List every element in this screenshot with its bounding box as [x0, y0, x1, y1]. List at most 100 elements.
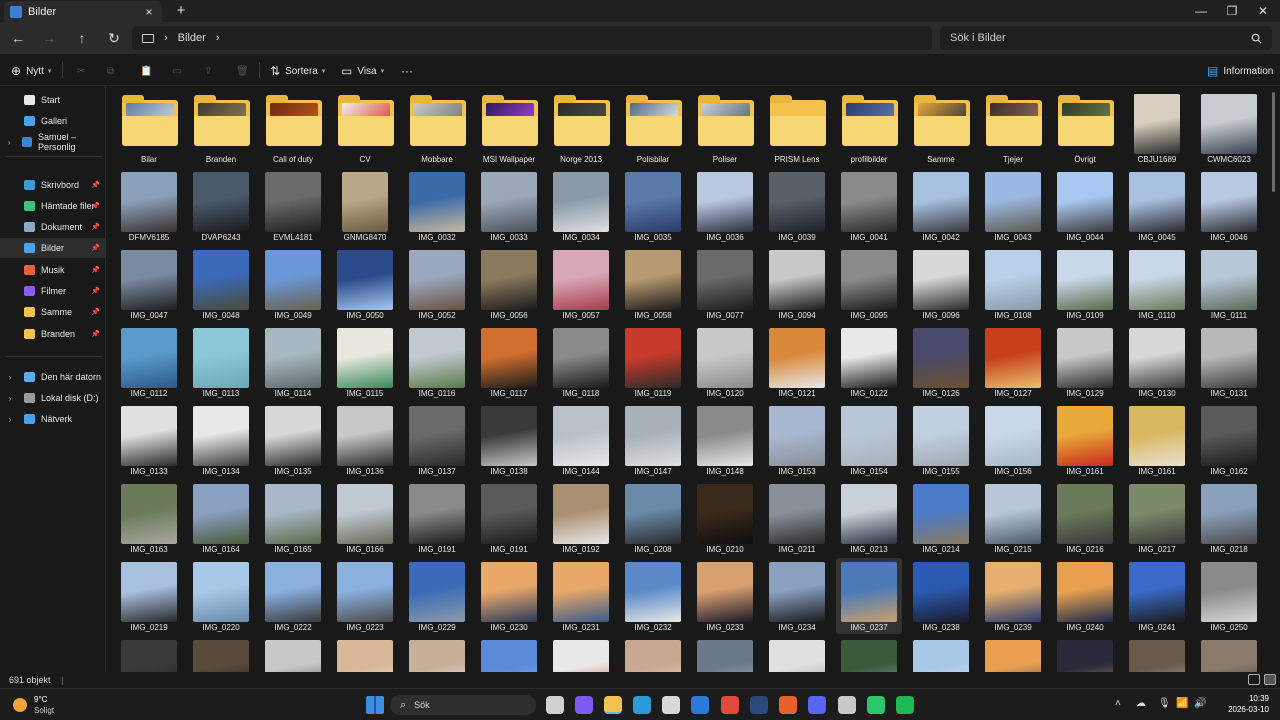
sidebar-item-samuel-personlig[interactable]: › Samuel – Personlig — [0, 132, 106, 152]
image-item[interactable]: IMG_0119 — [620, 324, 686, 400]
rename-icon[interactable]: ▭ — [172, 62, 181, 80]
image-item[interactable]: IMG_0161 — [1052, 402, 1118, 478]
image-item[interactable] — [692, 636, 758, 672]
onedrive-icon[interactable]: ☁ — [1136, 698, 1146, 709]
app-green-icon[interactable] — [867, 696, 885, 714]
folder-item[interactable]: Branden — [188, 90, 254, 166]
image-item[interactable]: IMG_0138 — [476, 402, 542, 478]
outlook-icon[interactable] — [691, 696, 709, 714]
image-item[interactable]: IMG_0230 — [476, 558, 542, 634]
image-item[interactable] — [908, 636, 974, 672]
image-item[interactable]: IMG_0034 — [548, 168, 614, 244]
image-item[interactable]: IMG_0216 — [1052, 480, 1118, 556]
image-item[interactable]: IMG_0241 — [1124, 558, 1190, 634]
folder-item[interactable]: Bilar — [116, 90, 182, 166]
image-item[interactable]: IMG_0147 — [620, 402, 686, 478]
image-item[interactable]: IMG_0122 — [836, 324, 902, 400]
image-item[interactable]: IMG_0052 — [404, 246, 470, 322]
close-window-button[interactable]: ✕ — [1248, 0, 1278, 22]
image-item[interactable] — [1124, 636, 1190, 672]
new-tab-button[interactable]: + — [172, 2, 190, 20]
image-item[interactable]: IMG_0043 — [980, 168, 1046, 244]
image-item[interactable]: GNMG8470 — [332, 168, 398, 244]
edge-icon[interactable] — [633, 696, 651, 714]
folder-item[interactable]: Övrigt — [1052, 90, 1118, 166]
refresh-button[interactable]: ↻ — [103, 28, 125, 48]
microphone-icon[interactable]: 🎙 — [1158, 698, 1171, 709]
new-button[interactable]: ⊕ Nytt ▾ — [11, 62, 51, 80]
image-item[interactable]: IMG_0229 — [404, 558, 470, 634]
image-item[interactable]: IMG_0240 — [1052, 558, 1118, 634]
image-item[interactable]: IMG_0231 — [548, 558, 614, 634]
image-item[interactable]: CBJU1689 — [1124, 90, 1190, 166]
image-item[interactable]: IMG_0112 — [116, 324, 182, 400]
image-item[interactable]: IMG_0044 — [1052, 168, 1118, 244]
image-item[interactable]: IMG_0133 — [116, 402, 182, 478]
image-item[interactable]: IMG_0077 — [692, 246, 758, 322]
image-item[interactable]: IMG_0215 — [980, 480, 1046, 556]
image-item[interactable]: IMG_0094 — [764, 246, 830, 322]
image-item[interactable]: IMG_0042 — [908, 168, 974, 244]
chevron-right-icon[interactable]: › — [4, 415, 16, 424]
image-item[interactable]: IMG_0113 — [188, 324, 254, 400]
image-item[interactable]: IMG_0045 — [1124, 168, 1190, 244]
image-item[interactable]: IMG_0127 — [980, 324, 1046, 400]
sidebar-item-den-här-datorn[interactable]: › Den här datorn — [0, 367, 106, 387]
image-item[interactable]: IMG_0036 — [692, 168, 758, 244]
image-item[interactable]: IMG_0222 — [260, 558, 326, 634]
image-item[interactable]: IMG_0210 — [692, 480, 758, 556]
image-item[interactable]: IMG_0163 — [116, 480, 182, 556]
folder-item[interactable]: Poliser — [692, 90, 758, 166]
image-item[interactable]: IMG_0129 — [1052, 324, 1118, 400]
maximize-button[interactable]: ❐ — [1217, 0, 1247, 22]
image-item[interactable]: IMG_0095 — [836, 246, 902, 322]
image-item[interactable]: IMG_0039 — [764, 168, 830, 244]
image-item[interactable]: IMG_0050 — [332, 246, 398, 322]
image-item[interactable]: IMG_0214 — [908, 480, 974, 556]
image-item[interactable]: IMG_0234 — [764, 558, 830, 634]
image-item[interactable]: IMG_0154 — [836, 402, 902, 478]
weather-temperature[interactable]: 9°C — [34, 695, 47, 704]
tab-bilder[interactable]: Bilder × — [4, 1, 162, 22]
image-item[interactable]: IMG_0148 — [692, 402, 758, 478]
image-item[interactable]: IMG_0032 — [404, 168, 470, 244]
monitor-icon[interactable] — [142, 33, 154, 43]
image-item[interactable]: IMG_0035 — [620, 168, 686, 244]
image-item[interactable]: IMG_0250 — [1196, 558, 1262, 634]
image-item[interactable]: IMG_0118 — [548, 324, 614, 400]
image-item[interactable]: IMG_0155 — [908, 402, 974, 478]
paste-icon[interactable]: 📋 — [140, 62, 152, 80]
image-item[interactable]: IMG_0161 — [1124, 402, 1190, 478]
image-item[interactable]: IMG_0121 — [764, 324, 830, 400]
file-explorer-icon[interactable] — [604, 696, 622, 714]
image-item[interactable]: EVML4181 — [260, 168, 326, 244]
breadcrumb-chevron[interactable]: › — [164, 32, 168, 44]
view-button[interactable]: ▭ Visa ▾ — [341, 62, 384, 80]
image-item[interactable]: IMG_0208 — [620, 480, 686, 556]
folder-item[interactable]: Call of duty — [260, 90, 326, 166]
app-icon[interactable] — [838, 696, 856, 714]
folder-item[interactable]: Tjejer — [980, 90, 1046, 166]
volume-icon[interactable]: 🔊 — [1194, 698, 1206, 709]
weather-condition[interactable]: Soligt — [34, 706, 54, 715]
image-item[interactable] — [764, 636, 830, 672]
details-view-icon[interactable] — [1248, 674, 1260, 685]
information-button[interactable]: ▤ Information — [1207, 62, 1273, 80]
image-item[interactable]: CWMC6023 — [1196, 90, 1262, 166]
image-item[interactable]: IMG_0111 — [1196, 246, 1262, 322]
image-item[interactable] — [260, 636, 326, 672]
discord-icon[interactable] — [808, 696, 826, 714]
back-button[interactable]: ← — [7, 28, 29, 48]
image-item[interactable] — [620, 636, 686, 672]
image-item[interactable]: IMG_0156 — [980, 402, 1046, 478]
wifi-icon[interactable]: 📶 — [1176, 698, 1188, 709]
image-item[interactable] — [188, 636, 254, 672]
clock[interactable]: 10:39 2026-03-10 — [1205, 693, 1269, 715]
image-item[interactable]: IMG_0191 — [476, 480, 542, 556]
delete-icon[interactable]: 🗑 — [236, 62, 249, 80]
sidebar-item-dokument[interactable]: Dokument 📌 — [0, 217, 106, 237]
image-item[interactable]: IMG_0192 — [548, 480, 614, 556]
image-item[interactable]: IMG_0165 — [260, 480, 326, 556]
sidebar-item-skrivbord[interactable]: Skrivbord 📌 — [0, 175, 106, 195]
image-item[interactable]: IMG_0238 — [908, 558, 974, 634]
